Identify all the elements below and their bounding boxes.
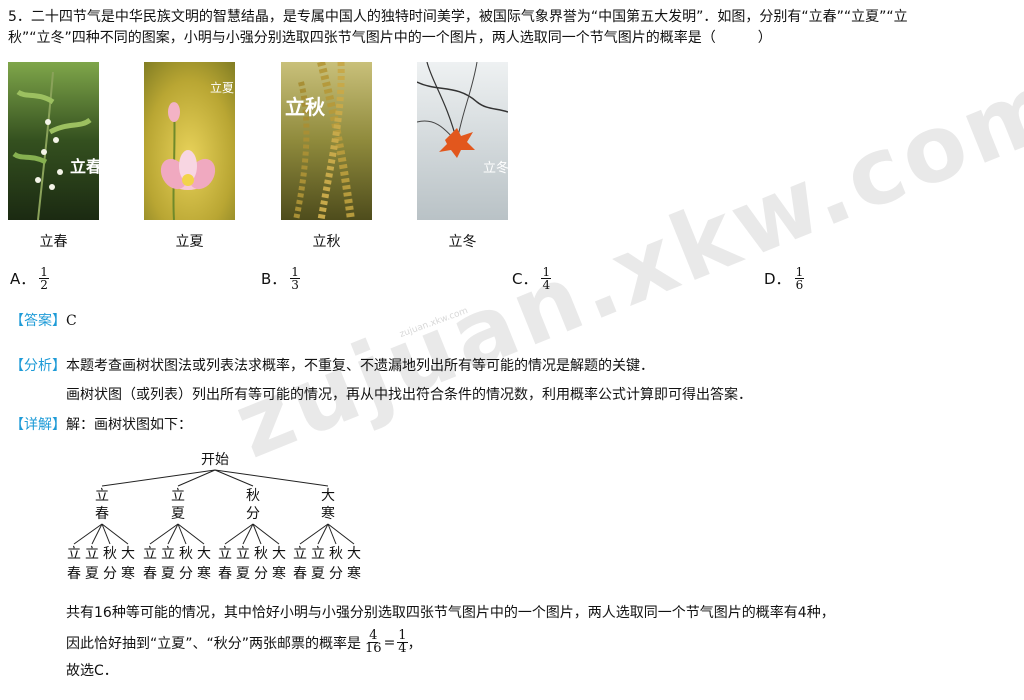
detail-row: 【详解】解：画树状图如下： [10,414,192,434]
option-d-fraction: 1 6 [794,266,805,292]
option-c-label: C． [512,270,538,288]
tree-level1-node-0-top: 立 [95,488,109,504]
tree-edge-2-0 [224,523,254,545]
tree-leaf-0-1-bottom: 夏 [85,566,99,582]
answer-value: C [66,313,77,329]
probability-fraction-2: 1 4 [397,629,408,656]
tree-leaf-3-3-top: 大 [347,546,361,562]
analysis-line-2: 画树状图（或列表）列出所有等可能的情况，再从中找出符合条件的情况数，利用概率公式… [66,387,752,403]
option-b-fraction: 1 3 [290,266,300,291]
tree-diagram: 开始 立春立春立夏秋分大寒立夏立春立夏秋分大寒秋分立春立夏秋分大寒大寒立春立夏秋… [67,452,361,582]
tree-leaf-3-0-bottom: 春 [293,566,307,582]
tree-edge-root-0 [101,469,216,487]
tree-leaf-3-3-bottom: 寒 [347,565,361,582]
caption-lixia: 立夏 [175,234,204,250]
option-b: B． 1 3 [261,266,300,291]
tree-leaf-1-2-bottom: 分 [179,566,193,582]
tree-leaf-3-2-bottom: 分 [329,566,343,582]
detail-line-total: 共有16种等可能的情况，其中恰好小明与小强分别选取四张节气图片中的一个图片，两人… [66,605,835,621]
tree-leaf-2-2-top: 秋 [254,546,268,562]
tree-leaf-1-2-top: 秋 [179,546,193,562]
caption-lichun: 立春 [39,234,68,250]
analysis-tag: 【分析】 [10,358,66,374]
detail-line-probability: 因此恰好抽到“立夏”、“秋分”两张邮票的概率是 4 16 = 1 4 ， [66,629,422,656]
detail-conclusion: 故选C． [66,663,118,679]
tree-level1-node-1-top: 立 [171,488,185,504]
fraction-1-denominator: 16 [365,641,382,656]
tree-leaf-1-3-bottom: 寒 [197,565,211,582]
tree-leaf-0-1-top: 立 [85,546,99,562]
tree-leaf-0-0-bottom: 春 [67,566,81,582]
tree-leaf-3-0-top: 立 [293,546,307,562]
tree-leaf-2-3-bottom: 寒 [272,565,286,582]
tree-leaf-2-3-top: 大 [272,546,286,562]
tree-leaf-3-1-top: 立 [311,546,325,562]
tree-leaf-0-3-top: 大 [121,546,135,562]
tree-leaf-1-1-top: 立 [161,546,175,562]
tree-leaf-2-0-bottom: 春 [218,566,232,582]
image-lixia: 立夏 [144,62,235,220]
image-lichun: 立春 [8,62,99,220]
tree-leaf-1-1-bottom: 夏 [161,566,175,582]
tree-edge-3-0 [299,523,329,545]
tree-leaf-0-2-top: 秋 [103,546,117,562]
tree-level1-node-2-bottom: 分 [246,506,260,522]
probability-suffix: ， [407,635,422,652]
tree-leaf-1-0-top: 立 [143,546,157,562]
option-c-denominator: 4 [542,278,551,292]
tree-level1-node-1-bottom: 夏 [171,506,185,522]
tree-leaf-2-1-bottom: 夏 [236,566,250,582]
tree-level1-node-0-bottom: 春 [95,506,109,522]
analysis-line-1: 本题考查画树状图法或列表法求概率，不重复、不遗漏地列出所有等可能的情况是解题的关… [66,358,654,374]
tree-leaf-0-0-top: 立 [67,546,81,562]
tree-leaf-3-1-bottom: 夏 [311,566,325,582]
option-a-denominator: 2 [40,278,48,292]
fraction-2-denominator: 4 [398,641,407,656]
tree-leaf-0-3-bottom: 寒 [121,565,135,582]
option-d: D． 1 6 [764,266,805,292]
lixia-overlay: 立夏 [210,80,234,95]
question-line-2: 秋”“立冬”四种不同的图案，小明与小强分别选取四张节气图片中的一个图片，两人选取… [8,30,772,46]
answer-tag: 【答案】 [10,313,66,329]
option-a-label: A． [10,270,36,288]
image-lidong: 立冬 [417,62,508,220]
detail-intro: 解：画树状图如下： [66,417,192,433]
tree-leaf-2-1-top: 立 [236,546,250,562]
equals-sign: = [383,634,396,651]
lidong-overlay: 立冬 [483,160,508,176]
tree-leaf-2-0-top: 立 [218,546,232,562]
tree-edge-1-0 [149,523,179,545]
option-d-denominator: 6 [795,278,804,292]
caption-liqiu: 立秋 [312,234,341,250]
option-b-denominator: 3 [291,278,299,292]
lichun-overlay-char-1: 立春 [70,157,99,176]
option-a: A． 1 2 [10,266,49,291]
option-b-label: B． [261,270,287,288]
caption-lidong: 立冬 [448,234,477,250]
image-liqiu: 立秋 [281,62,372,220]
tree-leaf-2-2-bottom: 分 [254,566,268,582]
tree-leaf-1-0-bottom: 春 [143,566,157,582]
probability-prefix: 因此恰好抽到“立夏”、“秋分”两张邮票的概率是 [66,635,362,652]
tree-edge-root-3 [214,469,329,487]
answer-row: 【答案】C [10,310,77,330]
tree-level1-node-3-bottom: 寒 [321,505,335,522]
tree-root: 开始 [201,452,229,468]
tree-level1-node-2-top: 秋 [246,488,260,504]
option-d-label: D． [764,270,791,288]
detail-tag: 【详解】 [10,417,66,433]
tree-leaf-3-2-top: 秋 [329,546,343,562]
tree-level1-node-3-top: 大 [321,488,335,504]
liqiu-overlay: 立秋 [285,95,326,119]
tree-leaf-1-3-top: 大 [197,546,211,562]
option-a-fraction: 1 2 [39,266,49,291]
probability-fraction-1: 4 16 [365,629,382,656]
option-c: C． 1 4 [512,266,552,292]
tree-edge-0-0 [73,523,103,545]
tree-leaf-0-2-bottom: 分 [103,566,117,582]
analysis-row-1: 【分析】本题考查画树状图法或列表法求概率，不重复、不遗漏地列出所有等可能的情况是… [10,355,654,375]
option-c-fraction: 1 4 [541,266,552,292]
question-line-1: 5．二十四节气是中华民族文明的智慧结晶，是专属中国人的独特时间美学，被国际气象界… [8,9,908,25]
